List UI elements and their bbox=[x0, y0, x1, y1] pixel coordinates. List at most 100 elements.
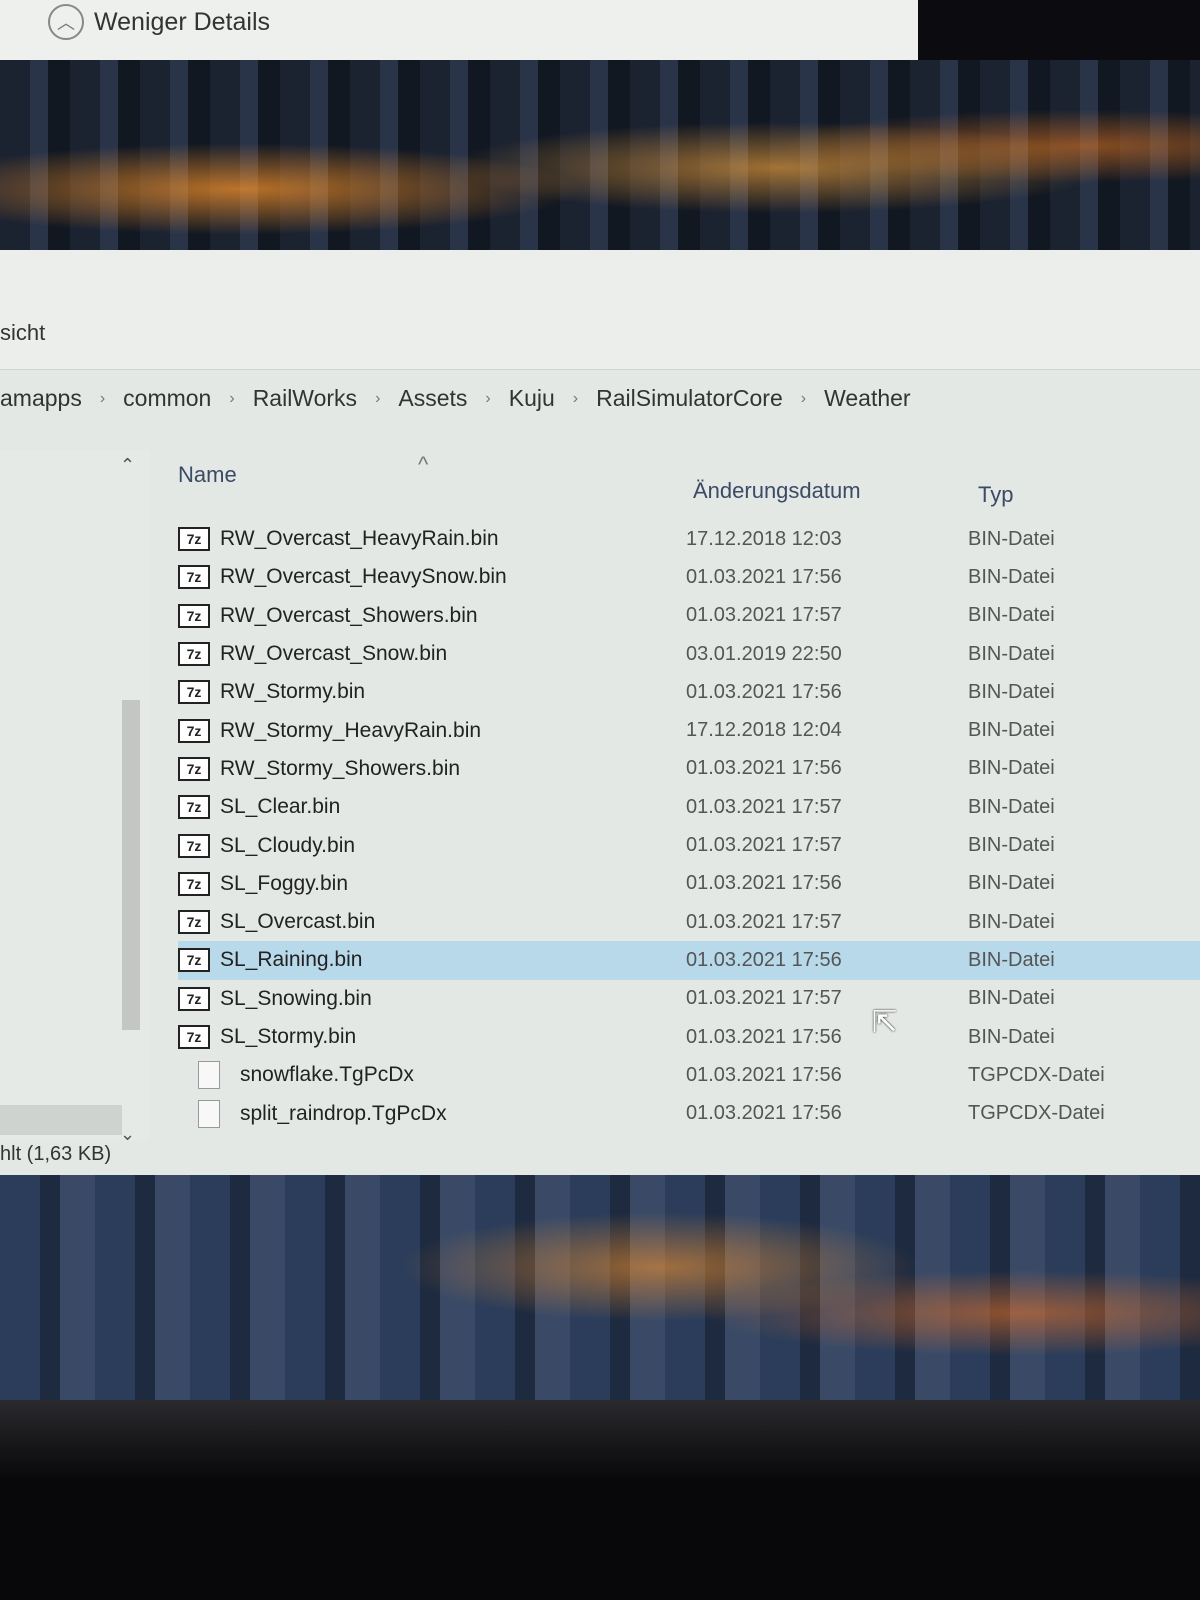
file-row[interactable]: 7z SL_Clear.bin 01.03.2021 17:57 BIN-Datei bbox=[178, 788, 1200, 826]
file-name: SL_Clear.bin bbox=[220, 795, 341, 819]
chevron-right-icon[interactable]: › bbox=[573, 390, 578, 408]
file-row[interactable]: 7z RW_Overcast_HeavySnow.bin 01.03.2021 17… bbox=[178, 558, 1200, 596]
file-date: 17.12.2018 12:03 bbox=[686, 527, 842, 550]
file-row[interactable]: 7z RW_Overcast_HeavyRain.bin 17.12.2018 12… bbox=[178, 520, 1200, 558]
file-name: RW_Overcast_HeavyRain.bin bbox=[220, 527, 499, 551]
file-date: 01.03.2021 17:57 bbox=[686, 834, 842, 857]
breadcrumb-item[interactable]: Weather bbox=[824, 385, 911, 412]
chevron-right-icon[interactable]: › bbox=[485, 390, 490, 408]
file-name: split_raindrop.TgPcDx bbox=[240, 1101, 447, 1125]
status-bar: hlt (1,63 KB) bbox=[0, 1143, 112, 1165]
file-type: BIN-Datei bbox=[968, 604, 1055, 627]
file-type: BIN-Datei bbox=[968, 987, 1055, 1010]
file-date: 17.12.2018 12:04 bbox=[686, 719, 842, 742]
file-row[interactable]: 7z SL_Stormy.bin 01.03.2021 17:56 BIN-Datei bbox=[178, 1018, 1200, 1056]
chevron-right-icon[interactable]: › bbox=[229, 390, 234, 408]
file-name: RW_Stormy_HeavyRain.bin bbox=[220, 718, 482, 742]
file-date: 01.03.2021 17:57 bbox=[686, 604, 842, 627]
file-date: 01.03.2021 17:57 bbox=[686, 795, 842, 818]
file-row[interactable]: 7z SL_Cloudy.bin 01.03.2021 17:57 BIN-Datei bbox=[178, 826, 1200, 864]
file-row[interactable]: 7z RW_Stormy.bin 01.03.2021 17:56 BIN-Datei bbox=[178, 673, 1200, 711]
file-icon bbox=[198, 1099, 220, 1128]
file-type: BIN-Datei bbox=[968, 642, 1055, 665]
scroll-up-icon[interactable]: ⌃ bbox=[120, 455, 135, 476]
file-date: 01.03.2021 17:57 bbox=[686, 910, 842, 933]
file-date: 01.03.2021 17:56 bbox=[686, 1102, 842, 1125]
file-type: BIN-Datei bbox=[968, 565, 1055, 588]
file-date: 01.03.2021 17:56 bbox=[686, 1025, 842, 1048]
7z-archive-icon: 7z bbox=[178, 603, 210, 628]
file-type: BIN-Datei bbox=[968, 1025, 1055, 1048]
file-row[interactable]: 7z SL_Foggy.bin 01.03.2021 17:56 BIN-Datei bbox=[178, 865, 1200, 903]
file-type: BIN-Datei bbox=[968, 948, 1055, 971]
monitor-bezel bbox=[0, 1400, 1200, 1600]
7z-archive-icon: 7z bbox=[178, 565, 210, 590]
file-row[interactable]: 7z SL_Overcast.bin 01.03.2021 17:57 BIN-Dat… bbox=[178, 903, 1200, 941]
file-row[interactable]: 7z RW_Overcast_Showers.bin 01.03.2021 17:5… bbox=[178, 597, 1200, 635]
file-name: RW_Overcast_HeavySnow.bin bbox=[220, 565, 507, 589]
column-name[interactable]: Name bbox=[178, 462, 237, 488]
chevron-right-icon[interactable]: › bbox=[801, 390, 806, 408]
file-date: 01.03.2021 17:56 bbox=[686, 757, 842, 780]
file-type: BIN-Datei bbox=[968, 757, 1055, 780]
breadcrumb: amapps › common › RailWorks › Assets › Kuju › Rail… bbox=[0, 385, 911, 412]
file-row[interactable]: snowflake.TgPcDx 01.03.2021 17:56 TGPCDX-D… bbox=[178, 1056, 1200, 1094]
breadcrumb-item[interactable]: amapps bbox=[0, 385, 82, 412]
file-row[interactable]: 7z RW_Stormy_HeavyRain.bin 17.12.2018 12:0… bbox=[178, 711, 1200, 749]
file-date: 01.03.2021 17:56 bbox=[686, 1063, 842, 1086]
file-date: 01.03.2021 17:56 bbox=[686, 680, 842, 703]
less-details-label: Weniger Details bbox=[94, 7, 271, 36]
ribbon: sicht bbox=[0, 250, 1200, 370]
7z-archive-icon: 7z bbox=[178, 527, 210, 552]
breadcrumb-item[interactable]: RailSimulatorCore bbox=[596, 385, 783, 412]
file-date: 01.03.2021 17:56 bbox=[686, 872, 842, 895]
file-date: 01.03.2021 17:57 bbox=[686, 987, 842, 1010]
less-details-button[interactable]: ︿ Weniger Details bbox=[48, 4, 270, 40]
scroll-down-icon[interactable]: ⌄ bbox=[120, 1124, 135, 1145]
column-date[interactable]: Änderungsdatum bbox=[693, 478, 861, 504]
mouse-cursor-icon: ⇱ bbox=[872, 1006, 898, 1039]
nav-selected-item[interactable] bbox=[0, 1105, 122, 1135]
7z-archive-icon: 7z bbox=[178, 680, 210, 705]
7z-archive-icon: 7z bbox=[178, 833, 210, 858]
7z-archive-icon: 7z bbox=[178, 871, 210, 896]
file-type: TGPCDX-Datei bbox=[968, 1102, 1105, 1125]
file-type: BIN-Datei bbox=[968, 872, 1055, 895]
file-name: SL_Overcast.bin bbox=[220, 910, 376, 934]
chevron-right-icon[interactable]: › bbox=[375, 390, 380, 408]
file-row[interactable]: 7z RW_Overcast_Snow.bin 03.01.2019 22:50 BI… bbox=[178, 635, 1200, 673]
7z-archive-icon: 7z bbox=[178, 642, 210, 667]
file-type: BIN-Datei bbox=[968, 795, 1055, 818]
file-name: RW_Overcast_Snow.bin bbox=[220, 642, 448, 666]
file-name: snowflake.TgPcDx bbox=[240, 1063, 414, 1087]
file-name: SL_Stormy.bin bbox=[220, 1025, 357, 1048]
file-type: BIN-Datei bbox=[968, 719, 1055, 742]
file-name: SL_Cloudy.bin bbox=[220, 833, 356, 857]
file-name: RW_Stormy.bin bbox=[220, 680, 366, 704]
tab-view[interactable]: sicht bbox=[0, 320, 45, 346]
breadcrumb-item[interactable]: Kuju bbox=[509, 385, 555, 412]
scrollbar-thumb[interactable] bbox=[122, 700, 140, 1030]
desktop-wallpaper bbox=[0, 60, 1200, 275]
breadcrumb-item[interactable]: Assets bbox=[398, 385, 467, 412]
7z-archive-icon: 7z bbox=[178, 795, 210, 820]
file-row[interactable]: 7z SL_Snowing.bin 01.03.2021 17:57 BIN-Date… bbox=[178, 980, 1200, 1018]
file-name: SL_Snowing.bin bbox=[220, 986, 372, 1010]
file-row[interactable]: split_raindrop.TgPcDx 01.03.2021 17:56 TGP… bbox=[178, 1094, 1200, 1132]
file-row[interactable]: 7z SL_Raining.bin 01.03.2021 17:56 BIN-Date… bbox=[178, 941, 1200, 980]
column-type[interactable]: Typ bbox=[978, 482, 1013, 508]
7z-archive-icon: 7z bbox=[178, 1025, 210, 1049]
file-type: BIN-Datei bbox=[968, 680, 1055, 703]
chevron-up-icon: ︿ bbox=[48, 4, 84, 40]
breadcrumb-item[interactable]: common bbox=[123, 385, 211, 412]
file-row[interactable]: 7z RW_Stormy_Showers.bin 01.03.2021 17:56 B… bbox=[178, 750, 1200, 788]
sort-up-icon: ^ bbox=[418, 452, 429, 477]
file-list: 7z RW_Overcast_HeavyRain.bin 17.12.2018 12… bbox=[178, 520, 1200, 1133]
file-date: 01.03.2021 17:56 bbox=[686, 948, 842, 971]
file-name: SL_Raining.bin bbox=[220, 948, 363, 972]
file-date: 01.03.2021 17:56 bbox=[686, 565, 842, 588]
breadcrumb-item[interactable]: RailWorks bbox=[253, 385, 357, 412]
7z-archive-icon: 7z bbox=[178, 756, 210, 781]
chevron-right-icon[interactable]: › bbox=[100, 390, 105, 408]
nav-scrollbar[interactable]: ⌃ ⌄ bbox=[112, 455, 150, 1144]
